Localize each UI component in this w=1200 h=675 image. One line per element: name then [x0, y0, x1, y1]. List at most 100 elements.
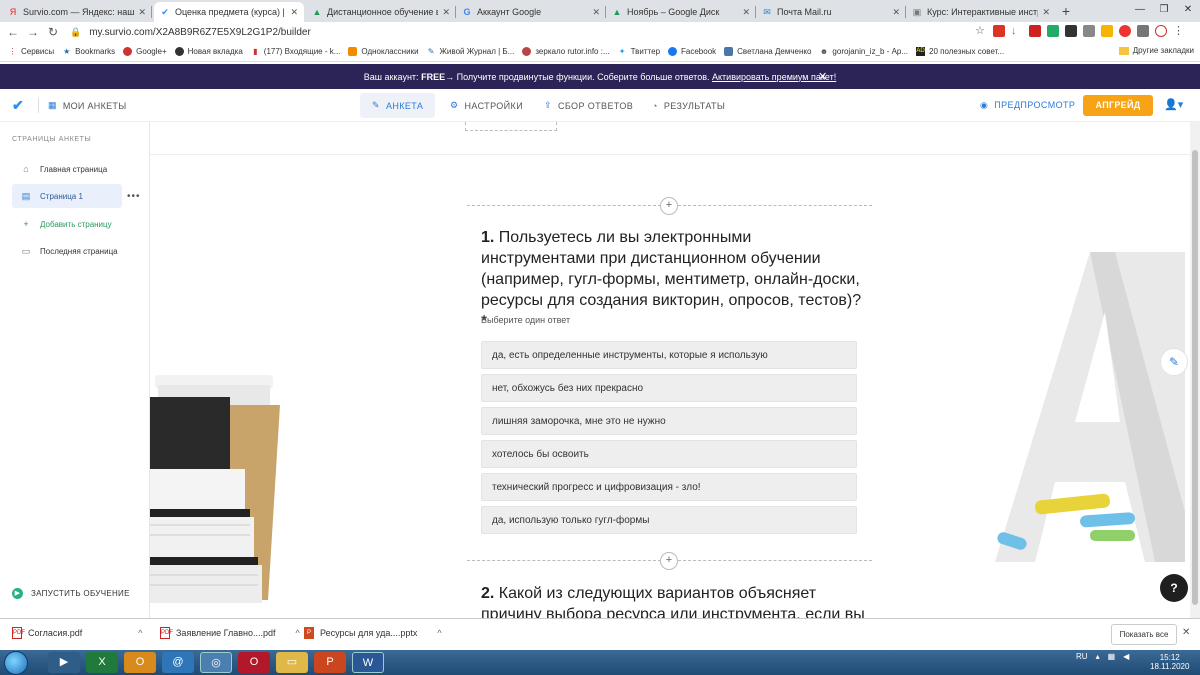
browser-tab[interactable]: ▲ Ноябрь – Google Диск ✕: [606, 2, 756, 22]
tab-results[interactable]: ◔ РЕЗУЛЬТАТЫ: [640, 93, 737, 118]
user-menu-icon[interactable]: 👤▾: [1164, 98, 1183, 111]
browser-tab[interactable]: G Аккаунт Google ✕: [456, 2, 606, 22]
extension-icon[interactable]: [1029, 25, 1041, 37]
chevron-up-icon[interactable]: ^: [138, 628, 142, 638]
survio-logo-icon[interactable]: ✔: [12, 97, 28, 113]
answer-option[interactable]: хотелось бы освоить: [481, 440, 857, 468]
answer-option[interactable]: нет, обхожусь без них прекрасно: [481, 374, 857, 402]
other-bookmarks[interactable]: Другие закладки: [1118, 46, 1194, 55]
back-icon[interactable]: ←: [6, 25, 20, 39]
sidebar-item-label: Главная страница: [40, 164, 108, 174]
bookmark-item[interactable]: Google+: [123, 47, 167, 56]
sidebar-item-page-1[interactable]: ▤ Страница 1: [12, 184, 122, 208]
download-item[interactable]: PDF Заявление Главно....pdf ^: [160, 627, 300, 639]
bookmark-item[interactable]: ▮ (177) Входящие - k...: [251, 47, 340, 56]
folder-icon[interactable]: ▭: [276, 652, 308, 673]
close-icon[interactable]: ✕: [892, 7, 900, 18]
extension-icon[interactable]: [993, 25, 1005, 37]
bookmark-item[interactable]: ✎ Живой Журнал | Б...: [427, 47, 515, 56]
extension-icon[interactable]: [1065, 25, 1077, 37]
star-icon[interactable]: ☆: [975, 25, 987, 37]
show-all-button[interactable]: Показать все: [1111, 624, 1177, 645]
close-icon[interactable]: ✕: [592, 7, 600, 18]
maximize-icon[interactable]: ❐: [1152, 0, 1176, 22]
close-icon[interactable]: ✕: [138, 7, 146, 18]
answer-option[interactable]: технический прогресс и цифровизация - зл…: [481, 473, 857, 501]
network-icon[interactable]: ▦: [1108, 652, 1116, 661]
chevron-up-icon[interactable]: ^: [296, 628, 300, 638]
close-window-icon[interactable]: ✕: [1176, 0, 1200, 22]
extension-icon[interactable]: [1047, 25, 1059, 37]
preview-button[interactable]: ◉ ПРЕДПРОСМОТР: [980, 100, 1075, 111]
bookmark-item[interactable]: Светлана Демченко: [724, 47, 811, 56]
minimize-icon[interactable]: —: [1128, 0, 1152, 22]
word-icon[interactable]: W: [352, 652, 384, 673]
start-button[interactable]: [4, 651, 28, 675]
opera-icon[interactable]: O: [238, 652, 270, 673]
add-question-button[interactable]: +: [660, 197, 678, 215]
answer-option[interactable]: да, есть определенные инструменты, котор…: [481, 341, 857, 369]
language-indicator[interactable]: RU: [1076, 652, 1088, 661]
close-icon[interactable]: ✕: [818, 70, 827, 83]
browser-tab[interactable]: ▣ Курс: Интерактивные инструме ✕: [906, 2, 1056, 22]
close-icon[interactable]: ✕: [1042, 7, 1050, 18]
clock[interactable]: 15:12 18.11.2020: [1150, 653, 1189, 671]
address-bar[interactable]: 🔒 my.survio.com/X2A8B9R6Z7E5X9L2G1P2/buil…: [70, 24, 980, 40]
new-tab-button[interactable]: +: [1058, 3, 1074, 19]
bookmark-item[interactable]: Facebook: [668, 47, 716, 56]
browser-tab[interactable]: Я Survio.com — Яндекс: нашлось✕: [2, 2, 152, 22]
tab-settings[interactable]: ⚙ НАСТРОЙКИ: [438, 93, 535, 118]
browser-tab[interactable]: ✉ Почта Mail.ru ✕: [756, 2, 906, 22]
chevron-up-icon[interactable]: ▴: [1096, 652, 1100, 661]
question-title[interactable]: 2. Какой из следующих вариантов объясняе…: [481, 583, 866, 618]
download-item[interactable]: PDF Согласия.pdf ^: [12, 627, 143, 639]
puzzle-icon[interactable]: [1137, 25, 1149, 37]
volume-icon[interactable]: ◀: [1123, 652, 1129, 661]
bookmark-item[interactable]: Новая вкладка: [174, 47, 243, 56]
answer-option[interactable]: да, использую только гугл-формы: [481, 506, 857, 534]
close-icon[interactable]: ✕: [442, 7, 450, 18]
profile-avatar[interactable]: [1155, 25, 1167, 37]
scrollbar-thumb[interactable]: [1192, 150, 1198, 605]
sidebar-item-home-page[interactable]: ⌂ Главная страница: [12, 157, 122, 181]
extension-icon[interactable]: [1083, 25, 1095, 37]
sidebar-item-add-page[interactable]: + Добавить страницу: [12, 212, 122, 236]
add-question-button[interactable]: +: [660, 552, 678, 570]
start-training-button[interactable]: ▶ ЗАПУСТИТЬ ОБУЧЕНИЕ: [12, 588, 130, 599]
browser-tab[interactable]: ▲ Дистанционное обучение в Ак...✕: [306, 2, 456, 22]
reload-icon[interactable]: ↻: [46, 25, 60, 39]
media-player-icon[interactable]: ▶: [48, 652, 80, 673]
download-item[interactable]: P Ресурсы для уда....pptx ^: [304, 627, 442, 639]
bookmark-item[interactable]: зеркало rutor.info :...: [522, 47, 610, 56]
upgrade-button[interactable]: АПГРЕЙД: [1083, 95, 1153, 116]
bookmark-item[interactable]: Одноклассники: [348, 47, 419, 56]
answer-option[interactable]: лишняя заморочка, мне это не нужно: [481, 407, 857, 435]
bookmark-item[interactable]: ✦ Твиттер: [618, 47, 660, 56]
extension-icon[interactable]: [1101, 25, 1113, 37]
bookmark-item[interactable]: ⋮ Сервисы: [8, 47, 55, 56]
bookmark-item[interactable]: ☻ gorojanin_iz_b - Ар...: [819, 47, 908, 56]
chevron-up-icon[interactable]: ^: [437, 628, 441, 638]
help-button[interactable]: ?: [1160, 574, 1188, 602]
bookmark-item[interactable]: AD 20 полезных совет...: [916, 47, 1004, 56]
extension-icon[interactable]: [1119, 25, 1131, 37]
close-icon[interactable]: ✕: [290, 7, 298, 18]
my-forms-link[interactable]: ▦ МОИ АНКЕТЫ: [48, 100, 127, 111]
forward-icon[interactable]: →: [26, 25, 40, 39]
tab-collect-responses[interactable]: ⇪ СБОР ОТВЕТОВ: [532, 93, 645, 118]
sidebar-item-last-page[interactable]: ▭ Последняя страница: [12, 239, 122, 263]
design-tool-icon[interactable]: ✎: [1160, 348, 1188, 376]
more-icon[interactable]: •••: [127, 191, 141, 202]
bookmark-item[interactable]: ★ Bookmarks: [62, 47, 115, 56]
close-icon[interactable]: ✕: [1182, 627, 1190, 638]
email-client-icon[interactable]: @: [162, 652, 194, 673]
outlook-icon[interactable]: O: [124, 652, 156, 673]
chrome-icon[interactable]: ◎: [200, 652, 232, 673]
menu-icon[interactable]: ⋮: [1173, 25, 1185, 37]
excel-icon[interactable]: X: [86, 652, 118, 673]
powerpoint-icon[interactable]: P: [314, 652, 346, 673]
browser-tab-active[interactable]: ✔ Оценка предмета (курса) | Survio ✕: [154, 2, 304, 22]
tab-form[interactable]: ✎ АНКЕТА: [360, 93, 436, 118]
download-icon[interactable]: ↓: [1011, 25, 1023, 37]
close-icon[interactable]: ✕: [742, 7, 750, 18]
